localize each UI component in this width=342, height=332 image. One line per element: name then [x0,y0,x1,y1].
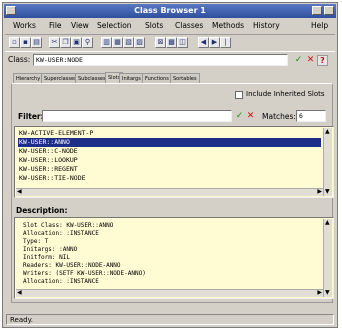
find-icon[interactable]: ⚲ [82,37,93,48]
replace-icon[interactable]: ▥ [101,37,112,48]
cut-icon[interactable]: ✂ [49,37,60,48]
menu-file[interactable]: File [49,21,62,30]
class-browser-window: Class Browser 1 Works File View Selectio… [2,2,338,328]
filter-label: Filter: [18,112,44,121]
list-vertical-scrollbar[interactable]: ▲ ▼ [323,128,332,196]
description-line: Allocation: :INSTANCE [23,278,99,285]
title-bar[interactable]: Class Browser 1 [4,4,336,18]
help-icon[interactable]: ? [317,55,328,66]
cascade-icon[interactable]: ◫ [177,37,188,48]
tile-icon[interactable]: ▩ [166,37,177,48]
list-item[interactable]: KW-USER::TIE-NODE [19,174,86,183]
scroll-right-icon[interactable]: ▶ [317,189,322,195]
class-label: Class: [8,55,31,64]
window-icon[interactable]: ▨ [134,37,145,48]
menu-works[interactable]: Works [13,21,36,30]
menu-view[interactable]: View [71,21,89,30]
scroll-left-icon[interactable]: ◀ [17,189,22,195]
confirm-icon[interactable]: ✓ [293,55,304,66]
menu-selection[interactable]: Selection [97,21,132,30]
filter-clear-icon[interactable]: ✕ [245,111,256,122]
maximize-icon[interactable] [324,6,334,15]
class-input[interactable]: KW-USER:NODE [33,54,288,66]
menu-history[interactable]: History [253,21,280,30]
slots-panel: Include Inherited Slots Filter: ✓ ✕ Matc… [11,83,334,303]
split-icon[interactable]: ⊠ [155,37,166,48]
status-bar: Ready. [6,314,334,325]
new-icon[interactable]: ▫ [9,37,20,48]
pipe-icon[interactable]: | [220,37,231,48]
menu-slots[interactable]: Slots [145,21,163,30]
list-horizontal-scrollbar[interactable]: ◀ ▶ [16,188,323,196]
slots-list[interactable]: KW-ACTIVE-ELEMENT-P KW-USER::ANNO KW-USE… [14,126,334,198]
list-item[interactable]: KW-ACTIVE-ELEMENT-P [19,129,93,138]
list-item[interactable]: KW-USER::C-NODE [19,147,78,156]
include-inherited-checkbox[interactable] [235,91,243,99]
class-row: Class: KW-USER:NODE ✓ ✕ ? [5,53,335,67]
toolbar: ▫ ▪ ▤ ✂ ❐ ▣ ⚲ ▥ ▦ ▧ ▨ ⊠ ▩ ◫ ◀ ▶ | [5,34,335,52]
tab-strip: Hierarchy Superclasses Subclasses Slots … [13,72,331,84]
scroll-up-icon[interactable]: ▲ [325,220,330,226]
list-item[interactable]: KW-USER::LOOKUP [19,156,78,165]
scroll-left-icon[interactable]: ◀ [17,290,22,296]
cancel-icon[interactable]: ✕ [305,55,316,66]
go-icon[interactable]: ▦ [112,37,123,48]
scroll-down-icon[interactable]: ▼ [325,189,330,195]
menu-classes[interactable]: Classes [175,21,203,30]
description-pane[interactable]: Slot Class: KW-USER::ANNO Allocation: :I… [14,217,334,299]
menu-methods[interactable]: Methods [212,21,244,30]
save-icon[interactable]: ▪ [20,37,31,48]
print-icon[interactable]: ▤ [31,37,42,48]
forward-icon[interactable]: ▶ [209,37,220,48]
menu-bar: Works File View Selection Slots Classes … [5,20,335,32]
matches-count: 6 [296,110,326,122]
description-vertical-scrollbar[interactable]: ▲ ▼ [323,219,332,297]
filter-input[interactable] [42,110,232,122]
paste-icon[interactable]: ▣ [71,37,82,48]
description-label: Description: [16,206,68,215]
menu-help[interactable]: Help [311,21,328,30]
list-item[interactable]: KW-USER::REGENT [19,165,78,174]
copy-icon[interactable]: ❐ [60,37,71,48]
window-title: Class Browser 1 [134,6,206,15]
description-horizontal-scrollbar[interactable]: ◀ ▶ [16,289,323,297]
back-icon[interactable]: ◀ [198,37,209,48]
inspect-icon[interactable]: ▧ [123,37,134,48]
minimize-icon[interactable] [312,6,322,15]
filter-apply-icon[interactable]: ✓ [234,111,245,122]
scroll-up-icon[interactable]: ▲ [325,129,330,135]
scroll-right-icon[interactable]: ▶ [317,290,322,296]
scroll-down-icon[interactable]: ▼ [325,290,330,296]
include-inherited-label: Include Inherited Slots [246,90,325,98]
matches-label: Matches: [262,112,296,121]
list-item-selected[interactable]: KW-USER::ANNO [18,138,321,147]
